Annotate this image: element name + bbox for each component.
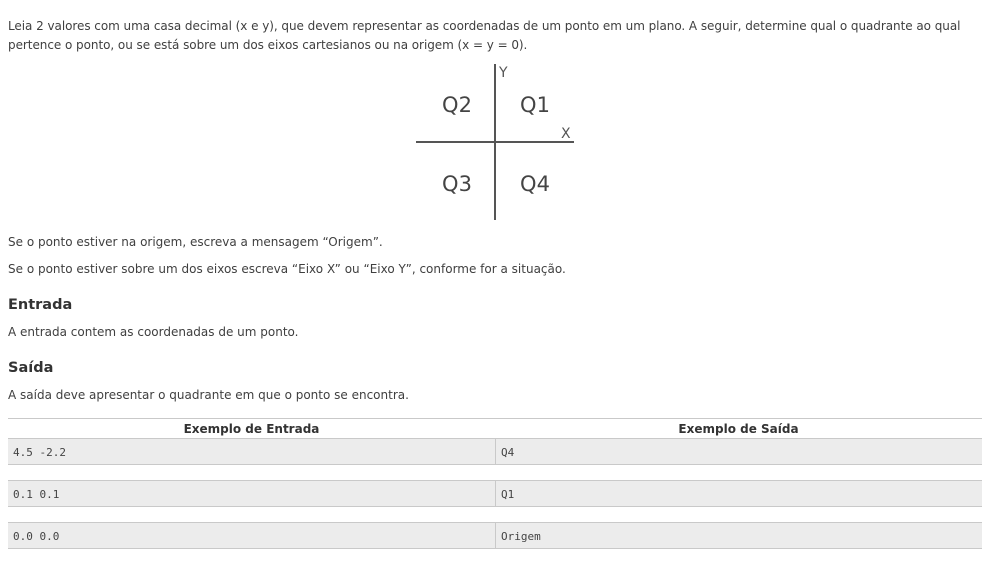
output-heading: Saída xyxy=(8,360,54,376)
origin-rule-text: Se o ponto estiver na origem, escreva a … xyxy=(8,235,383,249)
y-axis-label: Y xyxy=(498,65,508,81)
output-example-header: Exemplo de Saída xyxy=(678,421,799,436)
example-output-cell: Origem xyxy=(495,523,982,548)
example-input-cell: 0.1 0.1 xyxy=(13,488,60,501)
quadrant-diagram: Y X Q2 Q1 Q3 Q4 xyxy=(416,62,576,222)
examples-table: Exemplo de Entrada Exemplo de Saída 4.5 … xyxy=(8,418,982,564)
x-axis-label: X xyxy=(561,126,571,142)
input-heading: Entrada xyxy=(8,297,73,313)
quadrant-1-label: Q1 xyxy=(520,93,550,117)
example-input-cell: 4.5 -2.2 xyxy=(13,446,66,459)
example-output-cell: Q4 xyxy=(495,439,982,464)
problem-statement: Leia 2 valores com uma casa decimal (x e… xyxy=(8,19,961,52)
examples-table-header: Exemplo de Entrada Exemplo de Saída xyxy=(8,419,982,438)
table-row: 4.5 -2.2 Q4 xyxy=(8,438,982,465)
quadrant-3-label: Q3 xyxy=(442,172,472,196)
axis-rule-text: Se o ponto estiver sobre um dos eixos es… xyxy=(8,262,566,276)
table-row: 0.0 0.0 Origem xyxy=(8,522,982,549)
quadrant-2-label: Q2 xyxy=(442,93,472,117)
example-output-cell: Q1 xyxy=(495,481,982,506)
table-row: 0.1 0.1 Q1 xyxy=(8,480,982,507)
input-description: A entrada contem as coordenadas de um po… xyxy=(8,325,299,339)
quadrant-4-label: Q4 xyxy=(520,172,550,196)
example-input-cell: 0.0 0.0 xyxy=(13,530,60,543)
output-description: A saída deve apresentar o quadrante em q… xyxy=(8,388,409,402)
input-example-header: Exemplo de Entrada xyxy=(183,421,320,436)
